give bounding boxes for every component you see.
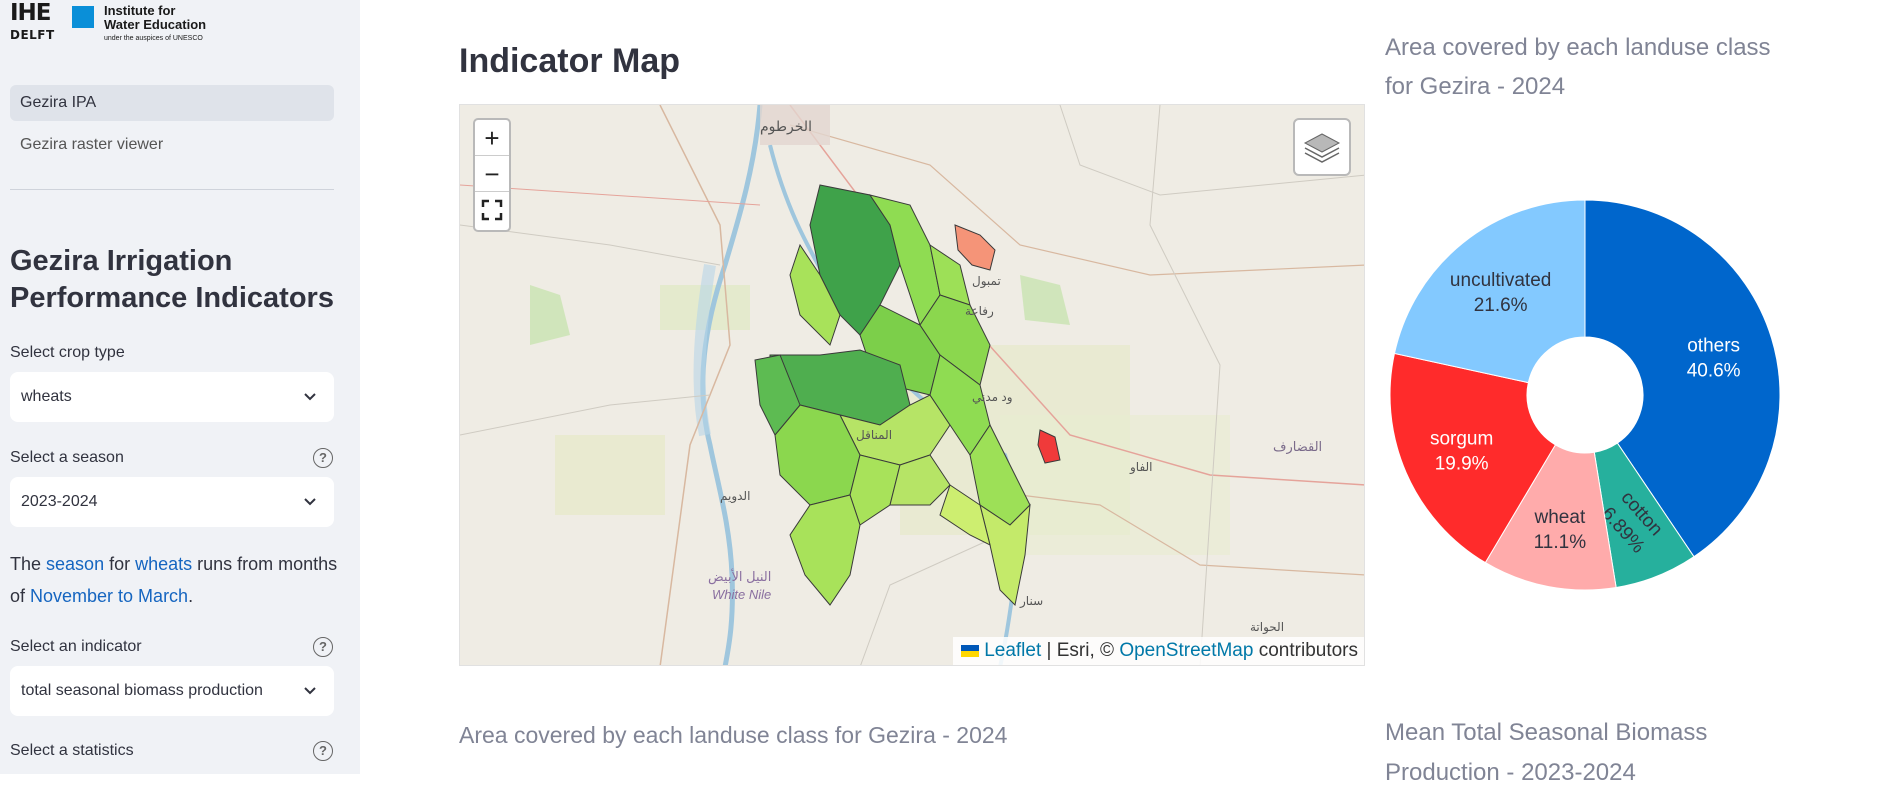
nav-item-gezira-ipa[interactable]: Gezira IPA (10, 85, 334, 121)
logo-line2: under the auspices of UNESCO (104, 35, 203, 42)
map-label-tambul: تمبول (972, 274, 1001, 289)
info-text-part: The (10, 554, 47, 574)
logo-line1b: Water Education (104, 17, 207, 32)
logo-line1: Institute for (104, 3, 176, 18)
landuse-pie-chart: others 40.6% cotton 6.89% wheat 11.1% sorgum 19… (1385, 190, 1805, 610)
layers-icon (1303, 133, 1341, 163)
leaflet-link[interactable]: Leaflet (984, 640, 1041, 661)
statistics-label: Select a statistics (10, 742, 134, 759)
pie-chart-title: Area covered by each landuse class for G… (1385, 34, 1771, 100)
landuse-area-title: Area covered by each landuse class for G… (459, 722, 1008, 748)
logo-delft-text: DELFT (10, 28, 55, 42)
pie-label-percent: 19.9% (1435, 454, 1489, 475)
info-crop-highlight: wheats (135, 554, 193, 574)
zoom-out-button[interactable]: − (475, 156, 509, 192)
pie-label-category: uncultivated (1450, 270, 1551, 291)
page-nav: Gezira IPA Gezira raster viewer (10, 85, 334, 169)
crop-type-value: wheats (21, 388, 72, 405)
indicator-select[interactable]: total seasonal biomass production (10, 666, 334, 716)
map-tiles: الخرطوم تمبول رفاعة ود مدني المناقل الدو… (460, 105, 1364, 665)
season-info-text: The season for wheats runs from months o… (10, 548, 340, 612)
ihe-delft-logo: IHE DELFT Institute for Water Education … (10, 0, 206, 46)
map-label-white-nile: White Nile (712, 587, 771, 602)
indicator-map[interactable]: الخرطوم تمبول رفاعة ود مدني المناقل الدو… (459, 104, 1365, 666)
info-text-part: for (104, 554, 136, 574)
statistics-help-icon[interactable]: ? (313, 741, 333, 761)
sidebar-title: Gezira Irrigation Performance Indicators (10, 245, 334, 314)
attribution-sep: | Esri, © (1041, 640, 1120, 661)
pie-svg: others40.6%cotton6.89%wheat11.1%sorgum19… (1389, 199, 1781, 591)
map-label-white-nile-ar: النيل الأبيض (708, 568, 771, 585)
map-attribution: Leaflet | Esri, © OpenStreetMap contribu… (952, 637, 1364, 665)
map-label-managil: المناقل (856, 428, 892, 442)
season-label: Select a season (10, 449, 124, 466)
map-label-qadarif: القضارف (1273, 439, 1322, 455)
map-label-hawata: الحواتة (1250, 620, 1284, 635)
pie-label-category: others (1687, 336, 1740, 357)
pie-label-category: sorgum (1430, 429, 1493, 450)
season-select[interactable]: 2023-2024 (10, 477, 334, 527)
pie-label-percent: 40.6% (1687, 361, 1741, 382)
nav-divider (10, 189, 334, 190)
chevron-down-icon (302, 477, 318, 548)
pie-label-percent: 21.6% (1474, 295, 1528, 316)
indicator-help-icon[interactable]: ? (313, 637, 333, 657)
openstreetmap-link[interactable]: OpenStreetMap (1119, 640, 1253, 661)
zoom-control: + − (473, 118, 511, 232)
crop-type-label: Select crop type (10, 344, 125, 361)
fullscreen-icon (481, 199, 503, 221)
pie-label-category: wheat (1534, 507, 1586, 528)
fullscreen-button[interactable] (475, 192, 509, 228)
map-label-rufaa: رفاعة (965, 304, 994, 319)
info-text-part: . (188, 586, 194, 606)
indicator-label: Select an indicator (10, 638, 142, 655)
pie-slice-uncultivated[interactable] (1393, 199, 1586, 384)
season-value: 2023-2024 (21, 493, 98, 510)
chevron-down-icon (302, 372, 318, 443)
crop-type-select[interactable]: wheats (10, 372, 334, 422)
map-label-sinnar: سنار (1019, 594, 1043, 609)
page-title: Indicator Map (459, 42, 681, 80)
season-help-icon[interactable]: ? (313, 448, 333, 468)
pie-label-percent: 11.1% (1534, 532, 1587, 553)
mean-biomass-title: Mean Total Seasonal Biomass Production -… (1385, 719, 1708, 786)
logo-text: Institute for Water Education under the … (104, 3, 244, 43)
zoom-in-button[interactable]: + (475, 120, 509, 156)
chevron-down-icon (302, 666, 318, 737)
info-season-highlight: season (46, 554, 105, 574)
sidebar: IHE DELFT Institute for Water Education … (0, 0, 360, 774)
nav-item-raster-viewer[interactable]: Gezira raster viewer (10, 127, 334, 163)
attribution-end: contributors (1253, 640, 1358, 661)
map-label-khartoum: الخرطوم (760, 118, 812, 135)
map-label-duwaym: الدويم (720, 489, 750, 504)
info-months-highlight: November to March (30, 586, 189, 606)
logo-square-icon (72, 6, 94, 28)
ukraine-flag-icon (960, 645, 979, 657)
layers-control-button[interactable] (1293, 118, 1351, 176)
map-label-wadmedani: ود مدني (972, 390, 1013, 405)
logo-ihe-text: IHE (10, 0, 52, 26)
indicator-value: total seasonal biomass production (21, 682, 263, 699)
map-label-fau: الفاو (1129, 460, 1153, 475)
